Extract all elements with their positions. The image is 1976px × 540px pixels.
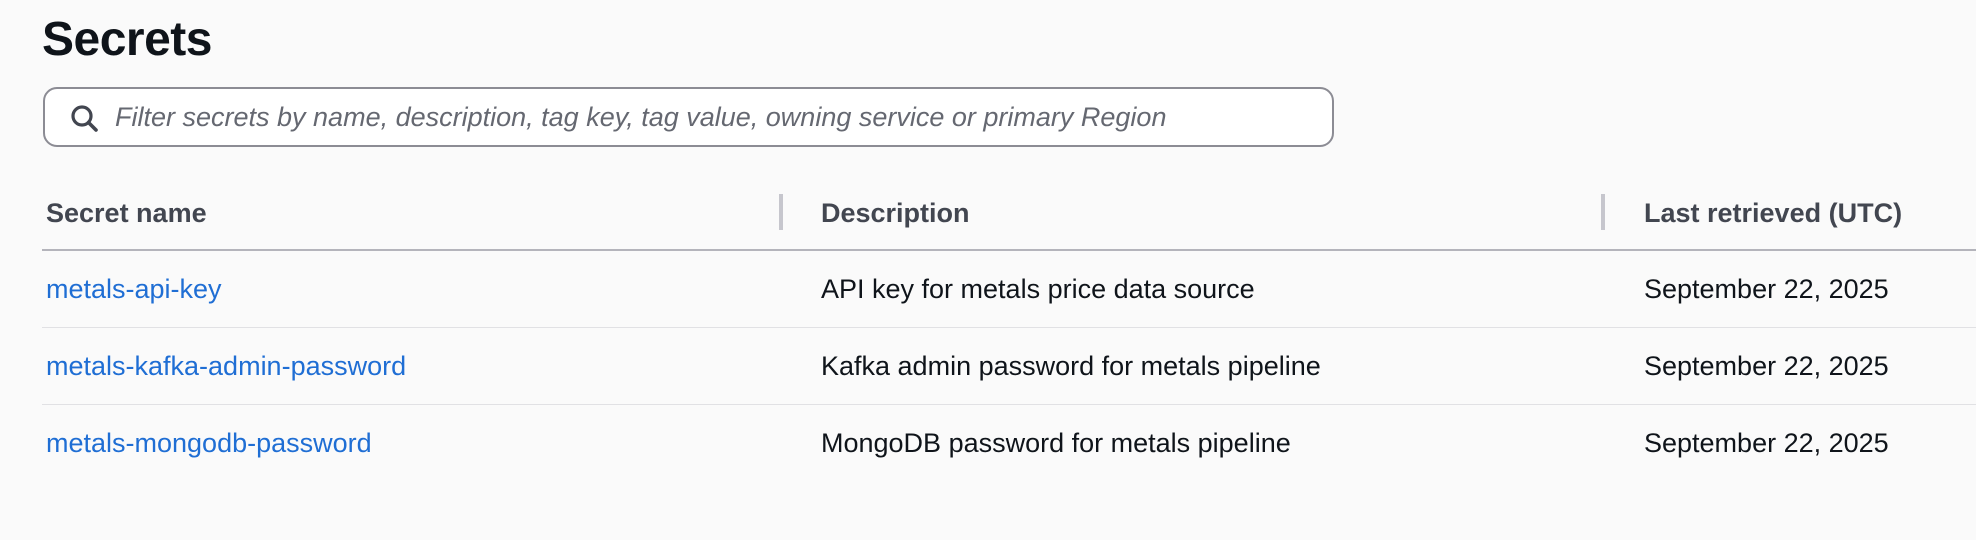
- secret-description: API key for metals price data source: [821, 274, 1255, 304]
- search-icon: [71, 105, 98, 132]
- table-row: metals-kafka-admin-password Kafka admin …: [42, 328, 1976, 405]
- column-header-last-retrieved[interactable]: Last retrieved (UTC): [1644, 188, 1902, 246]
- search-box[interactable]: [43, 87, 1334, 147]
- page-title: Secrets: [42, 13, 212, 66]
- secrets-table: Secret name Description Last retrieved (…: [42, 188, 1976, 481]
- secret-description: MongoDB password for metals pipeline: [821, 428, 1291, 458]
- secret-description: Kafka admin password for metals pipeline: [821, 351, 1321, 381]
- secret-name-link[interactable]: metals-mongodb-password: [46, 405, 372, 481]
- column-header-secret-name[interactable]: Secret name: [46, 188, 207, 246]
- last-retrieved-date: September 22, 2025: [1644, 351, 1889, 381]
- secret-name-link[interactable]: metals-api-key: [46, 251, 222, 327]
- secret-name-link[interactable]: metals-kafka-admin-password: [46, 328, 406, 404]
- column-resize-handle[interactable]: [779, 194, 783, 230]
- table-row: metals-mongodb-password MongoDB password…: [42, 405, 1976, 481]
- secrets-page: Secrets Secret name Description Last ret…: [0, 0, 1976, 540]
- column-resize-handle[interactable]: [1601, 194, 1605, 230]
- search-input[interactable]: [115, 89, 1315, 145]
- last-retrieved-date: September 22, 2025: [1644, 274, 1889, 304]
- last-retrieved-date: September 22, 2025: [1644, 428, 1889, 458]
- table-header: Secret name Description Last retrieved (…: [42, 188, 1976, 251]
- table-row: metals-api-key API key for metals price …: [42, 251, 1976, 328]
- column-header-description[interactable]: Description: [821, 188, 970, 246]
